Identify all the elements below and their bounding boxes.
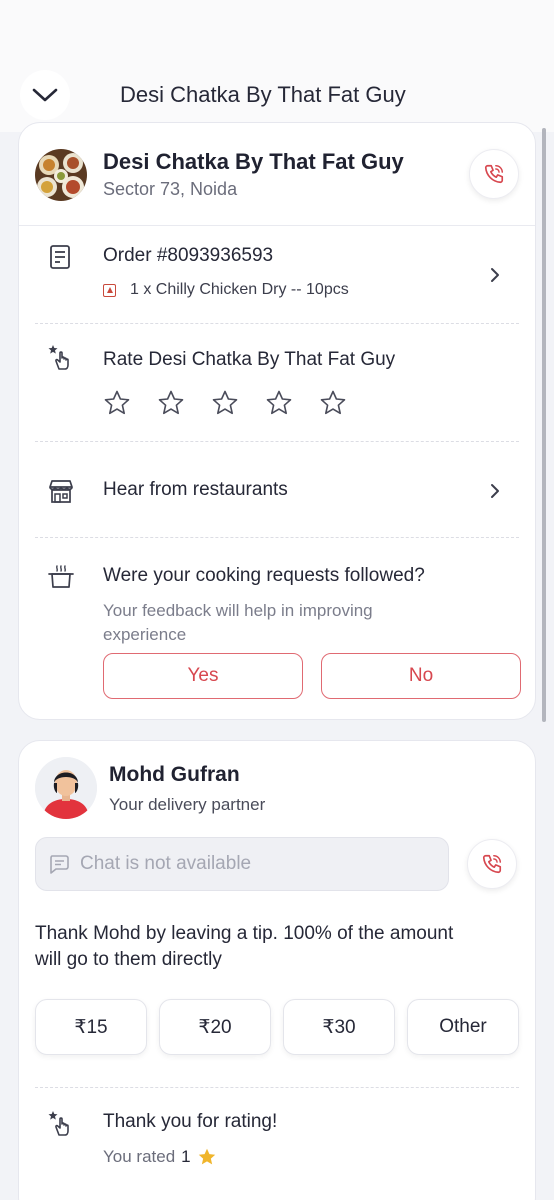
- page-title: Desi Chatka By That Fat Guy: [120, 82, 406, 107]
- no-button[interactable]: No: [321, 653, 521, 699]
- rated-value: 1: [181, 1147, 191, 1166]
- thanks-title: Thank you for rating!: [103, 1111, 278, 1132]
- chevron-right-icon[interactable]: [489, 266, 501, 284]
- back-button[interactable]: [20, 70, 70, 120]
- partner-name: Mohd Gufran: [109, 763, 240, 786]
- cooking-pot-icon: [47, 563, 75, 591]
- scrollbar[interactable]: [542, 128, 546, 722]
- call-restaurant-button[interactable]: [469, 149, 519, 199]
- cooking-subtext: Your feedback will help in improving exp…: [103, 601, 373, 644]
- divider: [35, 537, 519, 538]
- star-rating[interactable]: [103, 389, 347, 417]
- yes-button[interactable]: Yes: [103, 653, 303, 699]
- divider: [35, 323, 519, 324]
- chevron-down-icon: [32, 88, 58, 102]
- divider: [35, 1087, 519, 1088]
- star-filled-icon: [198, 1148, 215, 1165]
- phone-call-icon: [482, 854, 502, 874]
- hear-from-restaurants[interactable]: Hear from restaurants: [103, 479, 288, 501]
- call-partner-button[interactable]: [467, 839, 517, 889]
- tip-message: Thank Mohd by leaving a tip. 100% of the…: [35, 923, 454, 970]
- star-icon[interactable]: [265, 389, 293, 417]
- order-items: 1 x Chilly Chicken Dry -- 10pcs: [103, 281, 349, 299]
- restaurant-avatar: [35, 149, 87, 201]
- order-card: Desi Chatka By That Fat Guy Sector 73, N…: [18, 122, 536, 720]
- status-bar: [0, 0, 554, 56]
- restaurant-name: Desi Chatka By That Fat Guy: [103, 149, 404, 174]
- rated-summary: You rated 1: [103, 1147, 217, 1167]
- star-icon[interactable]: [157, 389, 185, 417]
- receipt-icon: [47, 243, 75, 271]
- star-icon[interactable]: [211, 389, 239, 417]
- chat-placeholder: Chat is not available: [80, 853, 252, 874]
- tip-option-other[interactable]: Other: [407, 999, 519, 1055]
- chat-input[interactable]: Chat is not available: [35, 837, 449, 891]
- divider: [19, 225, 535, 226]
- tip-option-20[interactable]: ₹20: [159, 999, 271, 1055]
- restaurant-location: Sector 73, Noida: [103, 179, 238, 199]
- partner-avatar: [35, 757, 97, 819]
- tap-rate-icon: [47, 343, 75, 371]
- star-icon[interactable]: [103, 389, 131, 417]
- chat-bubble-icon: [50, 855, 69, 874]
- tip-option-15[interactable]: ₹15: [35, 999, 147, 1055]
- top-header: Desi Chatka By That Fat Guy: [0, 56, 554, 132]
- delivery-partner-card: Mohd Gufran Your delivery partner Chat i…: [18, 740, 536, 1200]
- chevron-right-icon[interactable]: [489, 482, 501, 500]
- tip-option-30[interactable]: ₹30: [283, 999, 395, 1055]
- store-icon: [47, 477, 75, 505]
- non-veg-icon: [103, 283, 116, 297]
- order-number[interactable]: Order #8093936593: [103, 245, 273, 267]
- order-items-text: 1 x Chilly Chicken Dry -- 10pcs: [130, 281, 349, 298]
- star-icon[interactable]: [319, 389, 347, 417]
- rate-title: Rate Desi Chatka By That Fat Guy: [103, 349, 396, 370]
- tap-rate-icon: [47, 1109, 75, 1137]
- phone-call-icon: [484, 164, 504, 184]
- cooking-question: Were your cooking requests followed?: [103, 565, 425, 586]
- divider: [35, 441, 519, 442]
- partner-role: Your delivery partner: [109, 795, 266, 814]
- rated-prefix: You rated: [103, 1147, 176, 1166]
